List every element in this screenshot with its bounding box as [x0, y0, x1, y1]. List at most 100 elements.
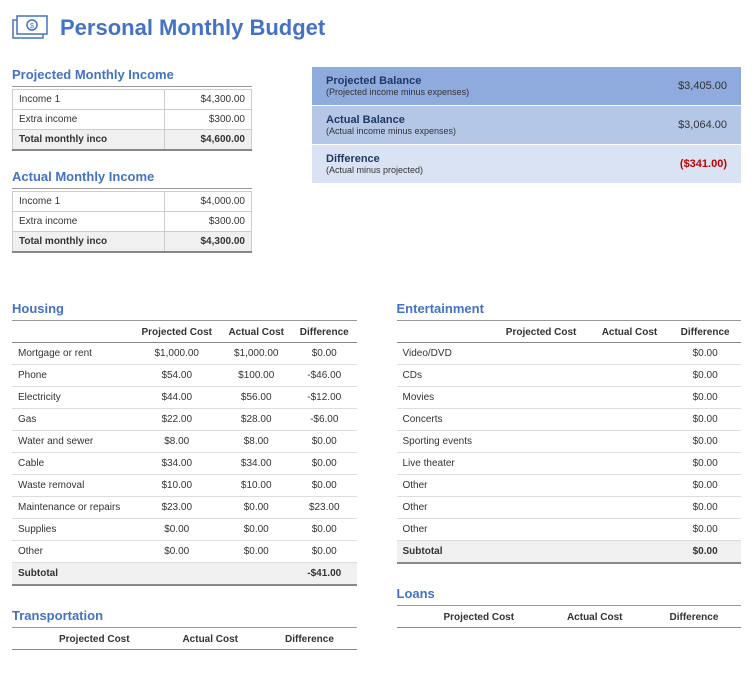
cell-proj[interactable]: [492, 431, 589, 453]
cell-label[interactable]: Other: [397, 497, 493, 519]
cell-act[interactable]: $34.00: [220, 453, 292, 475]
cell-label[interactable]: Mortgage or rent: [12, 343, 133, 365]
summary-difference-value: ($341.00): [680, 158, 727, 170]
table-row: Movies $0.00: [397, 387, 742, 409]
cell-act[interactable]: [590, 497, 670, 519]
cell-act[interactable]: [590, 343, 670, 365]
cell-diff: $0.00: [669, 431, 741, 453]
cell-proj[interactable]: $0.00: [133, 541, 220, 563]
cell-proj[interactable]: [492, 453, 589, 475]
cell-label[interactable]: Other: [12, 541, 133, 563]
cell-act[interactable]: $100.00: [220, 365, 292, 387]
cell-proj[interactable]: $22.00: [133, 409, 220, 431]
col-projected: Projected Cost: [133, 323, 220, 343]
cell-diff: $0.00: [669, 475, 741, 497]
actual-income-table: Income 1$4,000.00 Extra income$300.00 To…: [12, 191, 252, 253]
cell-act[interactable]: $0.00: [220, 519, 292, 541]
svg-text:$: $: [30, 23, 34, 30]
cell-proj[interactable]: [492, 475, 589, 497]
cell-act[interactable]: $28.00: [220, 409, 292, 431]
col-difference: Difference: [669, 323, 741, 343]
summary-projected-label: Projected Balance: [326, 75, 469, 87]
cell-act[interactable]: [590, 475, 670, 497]
cell-label[interactable]: Electricity: [12, 387, 133, 409]
col-difference: Difference: [262, 630, 356, 650]
cell-proj[interactable]: $23.00: [133, 497, 220, 519]
loans-title: Loans: [397, 586, 742, 606]
cell-label[interactable]: Maintenance or repairs: [12, 497, 133, 519]
table-row: Live theater$0.00: [397, 453, 742, 475]
cell-proj[interactable]: $1,000.00: [133, 343, 220, 365]
projected-income-block: Projected Monthly Income Income 1$4,300.…: [12, 67, 252, 151]
cell-label[interactable]: Video/DVD: [397, 343, 493, 365]
cell-proj[interactable]: [492, 343, 589, 365]
summary-difference-label: Difference: [326, 153, 423, 165]
housing-table: Projected CostActual CostDifference Mort…: [12, 323, 357, 586]
income-total-row: Total monthly inco$4,300.00: [13, 232, 252, 253]
cell-act[interactable]: $56.00: [220, 387, 292, 409]
col-difference: Difference: [292, 323, 357, 343]
cell-proj[interactable]: [492, 387, 589, 409]
cell-act[interactable]: [590, 387, 670, 409]
cell-label[interactable]: Phone: [12, 365, 133, 387]
cell-diff: $0.00: [292, 431, 357, 453]
col-projected: Projected Cost: [31, 630, 159, 650]
cell-proj[interactable]: $54.00: [133, 365, 220, 387]
cell-label[interactable]: Movies: [397, 387, 493, 409]
table-row: Gas$22.00$28.00-$6.00: [12, 409, 357, 431]
cell-label[interactable]: Cable: [12, 453, 133, 475]
cell-act[interactable]: [590, 431, 670, 453]
cell-label[interactable]: CDs: [397, 365, 493, 387]
table-row: CDs$0.00: [397, 365, 742, 387]
cell-diff: -$12.00: [292, 387, 357, 409]
cell-act[interactable]: $0.00: [220, 497, 292, 519]
cell-act[interactable]: $8.00: [220, 431, 292, 453]
entertainment-block: Entertainment Projected CostActual CostD…: [397, 301, 742, 564]
cell-proj[interactable]: $10.00: [133, 475, 220, 497]
table-row: Electricity$44.00$56.00-$12.00: [12, 387, 357, 409]
cell-label[interactable]: Gas: [12, 409, 133, 431]
cell-proj[interactable]: $8.00: [133, 431, 220, 453]
cell-proj[interactable]: [492, 409, 589, 431]
cell-act[interactable]: [590, 453, 670, 475]
cell-act[interactable]: [590, 519, 670, 541]
cell-act[interactable]: [590, 409, 670, 431]
cell-label[interactable]: Supplies: [12, 519, 133, 541]
table-row: Sporting events $0.00: [397, 431, 742, 453]
table-row: Other$0.00: [397, 519, 742, 541]
cell-act[interactable]: $10.00: [220, 475, 292, 497]
loans-block: Loans Projected CostActual CostDifferenc…: [397, 586, 742, 628]
cell-proj[interactable]: [492, 519, 589, 541]
col-actual: Actual Cost: [590, 323, 670, 343]
summary-actual: Actual Balance(Actual income minus expen…: [312, 106, 741, 145]
income-row: Income 1$4,000.00: [13, 192, 252, 212]
cell-label[interactable]: Other: [397, 519, 493, 541]
cell-label[interactable]: Waste removal: [12, 475, 133, 497]
cell-label[interactable]: Other: [397, 475, 493, 497]
table-row: Video/DVD$0.00: [397, 343, 742, 365]
cell-diff: $0.00: [669, 387, 741, 409]
summary-difference-sub: (Actual minus projected): [326, 165, 423, 175]
table-row: Supplies$0.00$0.00$0.00: [12, 519, 357, 541]
cell-act[interactable]: [590, 365, 670, 387]
loans-table: Projected CostActual CostDifference: [397, 608, 742, 628]
summary-projected: Projected Balance(Projected income minus…: [312, 67, 741, 106]
cell-label[interactable]: Concerts: [397, 409, 493, 431]
cell-proj[interactable]: $44.00: [133, 387, 220, 409]
cell-proj[interactable]: $0.00: [133, 519, 220, 541]
col-projected: Projected Cost: [492, 323, 589, 343]
cell-act[interactable]: $1,000.00: [220, 343, 292, 365]
projected-income-title: Projected Monthly Income: [12, 67, 252, 87]
table-row: Other$0.00: [397, 497, 742, 519]
cell-act[interactable]: $0.00: [220, 541, 292, 563]
header: $ Personal Monthly Budget: [12, 12, 741, 43]
col-projected: Projected Cost: [415, 608, 543, 628]
cell-proj[interactable]: [492, 497, 589, 519]
cell-proj[interactable]: [492, 365, 589, 387]
cell-label[interactable]: Live theater: [397, 453, 493, 475]
cell-proj[interactable]: $34.00: [133, 453, 220, 475]
projected-income-table: Income 1$4,300.00 Extra income$300.00 To…: [12, 89, 252, 151]
cell-label[interactable]: Water and sewer: [12, 431, 133, 453]
cell-label[interactable]: Sporting events: [397, 431, 493, 453]
summary-projected-value: $3,405.00: [678, 80, 727, 92]
